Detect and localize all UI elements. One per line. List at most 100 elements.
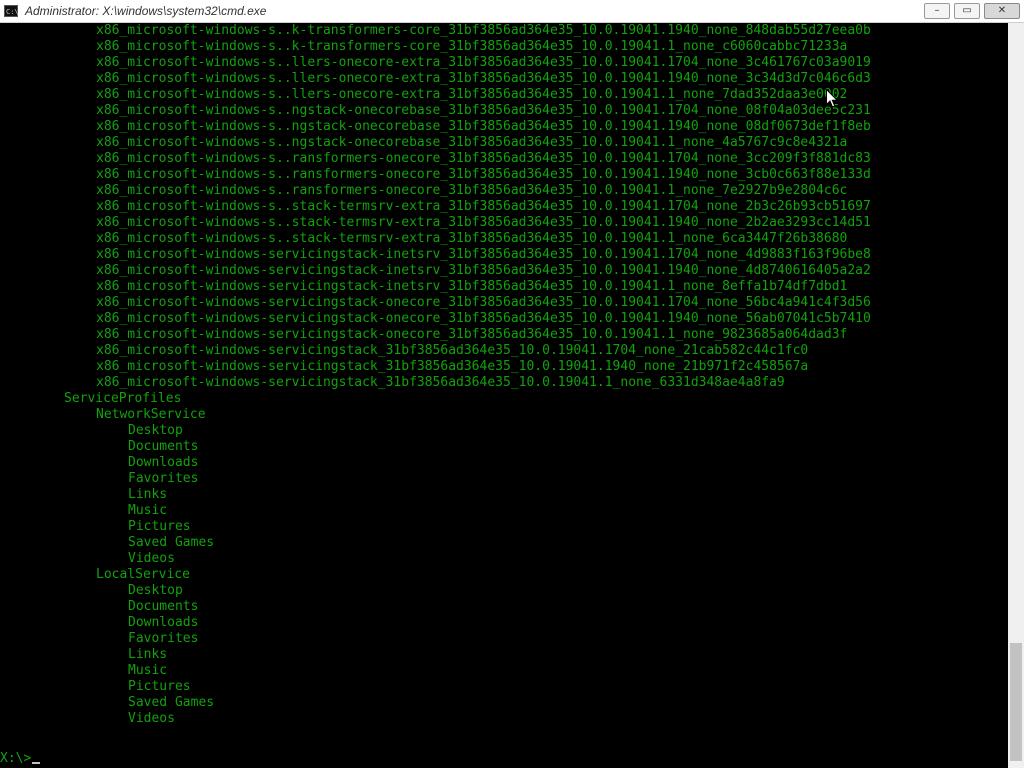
tree-branch-line	[68, 127, 96, 128]
tree-entry-label: x86_microsoft-windows-s..llers-onecore-e…	[96, 87, 848, 102]
tree-vertical-line	[36, 71, 37, 87]
prompt-text: X:\>	[0, 751, 32, 766]
tree-entry-label: x86_microsoft-windows-s..stack-termsrv-e…	[96, 231, 848, 246]
tree-branch-line	[100, 591, 128, 592]
tree-vertical-line	[36, 55, 37, 71]
tree-branch-line	[100, 623, 128, 624]
tree-vertical-line	[36, 375, 37, 391]
tree-entry-label: Pictures	[128, 679, 191, 694]
command-prompt[interactable]: X:\>	[0, 751, 41, 767]
title-bar[interactable]: C:\ Administrator: X:\windows\system32\c…	[0, 0, 1024, 23]
tree-vertical-line	[36, 359, 37, 375]
window-title: Administrator: X:\windows\system32\cmd.e…	[25, 4, 267, 18]
tree-entry-label: Music	[128, 663, 168, 678]
tree-branch-line	[68, 223, 96, 224]
tree-entry-label: x86_microsoft-windows-servicingstack_31b…	[96, 375, 785, 390]
tree-vertical-line	[36, 23, 37, 39]
tree-branch-line	[100, 511, 128, 512]
tree-entry-label: x86_microsoft-windows-s..ngstack-onecore…	[96, 103, 871, 118]
tree-branch-line	[100, 495, 128, 496]
tree-branch-line	[100, 551, 101, 559]
tree-entry-label: Links	[128, 647, 168, 662]
tree-vertical-line	[36, 311, 37, 327]
tree-entry-label: Music	[128, 503, 168, 518]
tree-vertical-line	[68, 551, 69, 567]
tree-vertical-line	[68, 471, 69, 487]
tree-entry-label: x86_microsoft-windows-servicingstack_31b…	[96, 343, 809, 358]
tree-branch-line	[68, 159, 96, 160]
tree-vertical-line	[36, 167, 37, 183]
tree-entry-label: x86_microsoft-windows-s..ngstack-onecore…	[96, 135, 848, 150]
tree-entry-label: Saved Games	[128, 535, 215, 550]
tree-branch-line	[68, 95, 96, 96]
maximize-button[interactable]: ▭	[954, 3, 980, 19]
tree-branch-line	[100, 527, 128, 528]
tree-branch-line	[100, 655, 128, 656]
console-output[interactable]: x86_microsoft-windows-s..k-transformers-…	[0, 23, 1008, 768]
tree-entry-label: Downloads	[128, 455, 199, 470]
tree-branch-line	[68, 367, 96, 368]
cmd-icon[interactable]: C:\	[4, 5, 19, 17]
tree-vertical-line	[36, 103, 37, 119]
tree-branch-line	[36, 399, 64, 400]
tree-entry-label: Documents	[128, 439, 199, 454]
tree-vertical-line	[68, 519, 69, 535]
tree-branch-line	[68, 111, 96, 112]
tree-entry-label: ServiceProfiles	[64, 391, 182, 406]
close-icon: ✕	[997, 5, 1007, 16]
tree-entry-label: Videos	[128, 551, 175, 566]
tree-vertical-line	[36, 247, 37, 263]
tree-entry-label: x86_microsoft-windows-s..ngstack-onecore…	[96, 119, 871, 134]
tree-entry-label: Documents	[128, 599, 199, 614]
text-cursor	[32, 762, 41, 764]
tree-branch-line	[68, 79, 96, 80]
tree-entry-label: x86_microsoft-windows-s..k-transformers-…	[96, 39, 848, 54]
tree-branch-line	[68, 335, 96, 336]
tree-entry-label: x86_microsoft-windows-s..llers-onecore-e…	[96, 71, 871, 86]
tree-entry-label: Desktop	[128, 583, 183, 598]
tree-entry-label: NetworkService	[96, 407, 206, 422]
minimize-button[interactable]: –	[924, 3, 950, 19]
tree-branch-line	[68, 63, 96, 64]
tree-branch-line	[68, 271, 96, 272]
tree-vertical-line	[68, 487, 69, 503]
tree-entry-label: x86_microsoft-windows-servicingstack-one…	[96, 327, 848, 342]
minimize-icon: –	[934, 5, 940, 16]
tree-branch-line	[100, 607, 128, 608]
scroll-thumb[interactable]	[1010, 643, 1022, 761]
tree-entry-label: Videos	[128, 711, 175, 726]
tree-entry-label: x86_microsoft-windows-s..llers-onecore-e…	[96, 55, 871, 70]
tree-vertical-line	[36, 279, 37, 295]
mouse-pointer-icon	[826, 89, 838, 108]
tree-vertical-line	[36, 183, 37, 199]
tree-vertical-line	[68, 423, 69, 439]
tree-entry-label: x86_microsoft-windows-servicingstack-ine…	[96, 263, 871, 278]
tree-entry-label: x86_microsoft-windows-servicingstack-one…	[96, 295, 871, 310]
tree-vertical-line	[68, 439, 69, 455]
tree-branch-line	[100, 703, 128, 704]
close-button[interactable]: ✕	[984, 3, 1020, 19]
tree-entry-label: Saved Games	[128, 695, 215, 710]
tree-entry-label: x86_microsoft-windows-s..ransformers-one…	[96, 167, 871, 182]
tree-branch-line	[100, 543, 128, 544]
tree-branch-line	[100, 479, 128, 480]
tree-branch-line	[36, 391, 37, 399]
tree-entry-label: Favorites	[128, 471, 199, 486]
tree-branch-line	[68, 191, 96, 192]
tree-branch-line	[68, 575, 96, 576]
tree-entry-label: Favorites	[128, 631, 199, 646]
tree-branch-line	[100, 431, 128, 432]
tree-vertical-line	[36, 231, 37, 247]
tree-vertical-line	[36, 327, 37, 343]
tree-vertical-line	[36, 343, 37, 359]
tree-vertical-line	[36, 151, 37, 167]
tree-entry-label: x86_microsoft-windows-s..stack-termsrv-e…	[96, 199, 871, 214]
vertical-scrollbar[interactable]	[1008, 23, 1024, 768]
tree-branch-line	[68, 375, 69, 383]
tree-branch-line	[68, 47, 96, 48]
tree-vertical-line	[36, 295, 37, 311]
tree-vertical-line	[36, 119, 37, 135]
tree-vertical-line	[68, 535, 69, 551]
tree-branch-line	[68, 239, 96, 240]
tree-branch-line	[68, 351, 96, 352]
